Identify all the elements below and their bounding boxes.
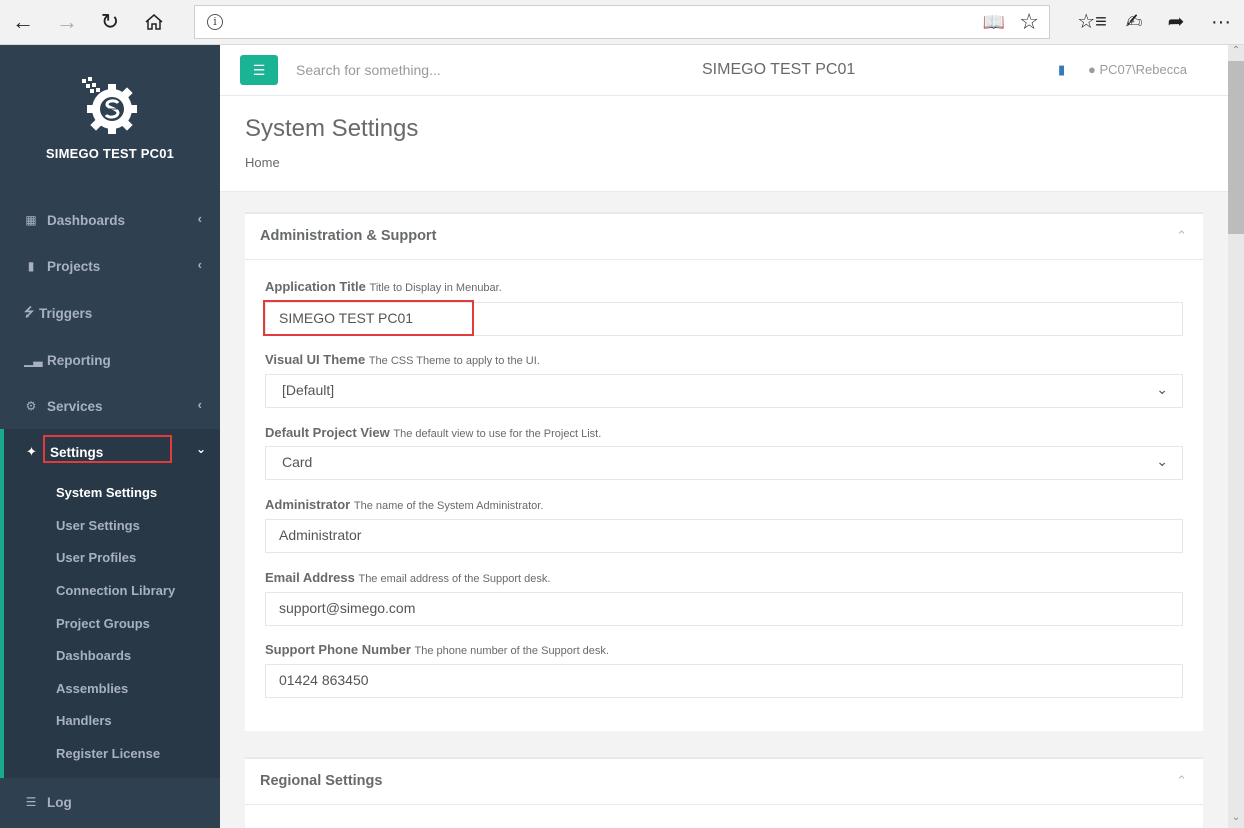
field-label-email-address: Email Address The email address of the S… [265,570,551,585]
sidebar-item-label: Reporting [47,352,111,368]
share-icon[interactable]: ➦ [1160,7,1192,37]
page-scrollbar[interactable]: ⌃ ⌄ [1228,45,1244,828]
app-title: SIMEGO TEST PC01 [702,61,856,78]
arrow-right-icon: → [56,9,78,34]
refresh-icon: ↻ [100,9,120,34]
address-bar[interactable]: i 📖 ☆ [194,5,1050,39]
highlight-annotation [43,435,172,463]
panel-title: Administration & Support [260,228,437,244]
list-icon: ☰ [25,795,37,809]
info-icon[interactable]: i [207,14,223,30]
sidebar-item-label: Log [47,794,72,810]
pen-icon[interactable]: ✍ [1118,7,1150,37]
sidebar-brand: SIMEGO TEST PC01 [45,146,175,161]
simego-logo-icon [82,77,137,134]
sidebar-subitem-register-license[interactable]: Register License [56,746,160,761]
sidebar-subitem-assemblies[interactable]: Assemblies [56,681,128,696]
sidebar-subitem-user-profiles[interactable]: User Profiles [56,550,136,565]
field-label-visual-ui-theme: Visual UI Theme The CSS Theme to apply t… [265,352,540,367]
field-label-support-phone: Support Phone Number The phone number of… [265,642,609,657]
page-title: System Settings [245,115,419,142]
chevron-left-icon: ‹ [197,257,202,272]
forward-button[interactable]: → [50,6,84,38]
chevron-left-icon: ‹ [197,211,202,226]
sidebar-item-label: Services [47,398,103,414]
email-address-input[interactable]: support@simego.com [265,592,1183,626]
sidebar-subitem-user-settings[interactable]: User Settings [56,518,140,533]
sidebar-subitem-connection-library[interactable]: Connection Library [56,583,175,598]
page-heading: System Settings Home [220,96,1228,192]
chevron-left-icon: ‹ [197,397,202,412]
home-button[interactable] [137,6,171,38]
user-name: PC07\Rebecca [1099,62,1187,77]
browser-toolbar: ← → ↻ i 📖 ☆ ☆≡ ✍ ➦ ··· [0,0,1244,45]
sidebar-item-label: Projects [47,258,101,274]
chevron-down-icon: ⌄ [1156,453,1168,469]
field-label-default-project-view: Default Project View The default view to… [265,425,602,440]
field-label-application-title: Application Title Title to Display in Me… [265,279,502,294]
more-button[interactable]: ··· [1205,7,1237,37]
favorites-list-icon[interactable]: ☆≡ [1076,7,1108,37]
support-phone-input[interactable]: 01424 863450 [265,664,1183,698]
home-icon [145,14,163,30]
field-label-administrator: Administrator The name of the System Adm… [265,497,544,512]
refresh-button[interactable]: ↻ [93,6,127,38]
panel-title: Regional Settings [260,773,383,789]
sidebar-item-reporting[interactable]: ▁▃ Reporting [0,337,220,383]
book-icon: ▮ [27,259,35,273]
sidebar-subitem-dashboards[interactable]: Dashboards [56,648,131,663]
visual-ui-theme-select[interactable]: [Default] ⌄ [265,374,1183,408]
bar-chart-icon: ▁▃ [24,353,43,367]
chevron-down-icon: ⌄ [195,442,206,456]
user-menu[interactable]: ● PC07\Rebecca [1088,62,1187,77]
grid-icon: ▦ [25,213,37,227]
sidebar-subitem-system-settings[interactable]: System Settings [56,485,157,500]
admin-support-panel: Administration & Support ⌃ Application T… [245,212,1203,731]
book-icon[interactable]: ▮ [1058,62,1065,78]
default-project-view-select[interactable]: Card ⌄ [265,446,1183,480]
regional-settings-panel: Regional Settings ⌃ [245,757,1203,828]
scroll-thumb[interactable] [1228,61,1244,234]
back-button[interactable]: ← [6,6,40,38]
sidebar-subitem-project-groups[interactable]: Project Groups [56,616,150,631]
magic-wand-icon: ✦ [26,444,37,459]
sidebar-item-dashboards[interactable]: ▦ Dashboards ‹ [0,197,220,243]
sidebar-settings-group: ✦ Settings ⌄ System Settings User Settin… [0,429,220,778]
administrator-input[interactable]: Administrator [265,519,1183,553]
chevron-up-icon[interactable]: ⌃ [1176,228,1187,244]
sidebar-item-label: Dashboards [47,212,126,228]
scroll-down-icon[interactable]: ⌄ [1228,812,1244,828]
sidebar-item-label: Triggers [39,305,93,321]
chevron-up-icon[interactable]: ⌃ [1176,773,1187,789]
user-icon: ● [1088,62,1096,77]
bolt-icon: ⭍ [24,304,34,319]
sidebar-item-triggers[interactable]: ⭍ Triggers [0,290,220,336]
sidebar-item-services[interactable]: ⚙ Services ‹ [0,383,220,429]
hamburger-icon: ☰ [252,62,266,78]
panel-header: Administration & Support ⌃ [245,214,1203,260]
panel-header: Regional Settings ⌃ [245,759,1203,805]
top-navbar: ☰ SIMEGO TEST PC01 ▮ ● PC07\Rebecca [220,45,1228,96]
chevron-down-icon: ⌄ [1156,381,1168,397]
search-input[interactable] [296,58,616,82]
scroll-up-icon[interactable]: ⌃ [1228,45,1244,61]
cogs-icon: ⚙ [25,399,37,413]
sidebar-item-projects[interactable]: ▮ Projects ‹ [0,243,220,289]
breadcrumb-home[interactable]: Home [245,155,280,170]
favorite-star-icon[interactable]: ☆ [1019,9,1039,35]
highlight-annotation [263,300,474,336]
arrow-left-icon: ← [12,9,34,34]
sidebar-item-log[interactable]: ☰ Log [0,779,220,825]
sidebar-subitem-handlers[interactable]: Handlers [56,713,112,728]
menu-toggle-button[interactable]: ☰ [240,55,278,85]
reading-view-icon[interactable]: 📖 [983,12,1005,33]
